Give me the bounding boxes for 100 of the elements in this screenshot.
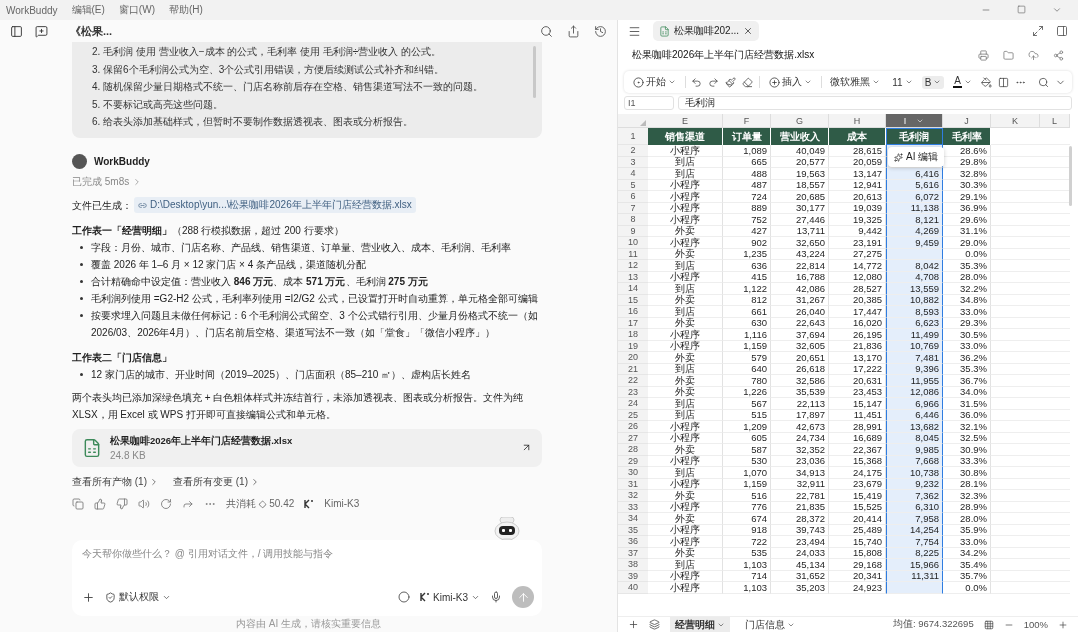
history-icon[interactable] (594, 24, 607, 38)
column-letter[interactable]: J (943, 114, 991, 128)
column-letter[interactable]: H (829, 114, 886, 128)
add-icon[interactable] (82, 590, 95, 604)
add-sheet-icon[interactable] (628, 619, 639, 630)
column-letter[interactable]: I (886, 114, 943, 128)
table-cell: 19,563 (771, 168, 829, 180)
format-painter-icon[interactable] (725, 76, 737, 88)
share-icon[interactable] (567, 24, 580, 38)
printer-icon[interactable] (978, 49, 989, 61)
bullet-dot (80, 296, 83, 300)
target-icon (633, 76, 644, 88)
table-cell: 27,446 (771, 214, 829, 226)
search-icon[interactable] (1038, 76, 1049, 88)
view-link[interactable]: 查看所有产物 (1) (72, 474, 159, 489)
thumbs-up-icon[interactable] (94, 497, 106, 510)
table-cell: 小程序 (648, 340, 723, 352)
attachment-card[interactable]: 松果咖啡2026年上半年门店经营数据.xlsx 24.8 KB (72, 428, 542, 467)
sidebar-icon[interactable] (10, 24, 23, 38)
search-icon[interactable] (540, 24, 553, 38)
folder-icon[interactable] (1003, 49, 1014, 61)
bold-button[interactable]: B (921, 75, 945, 89)
table-cell: 1,159 (723, 478, 771, 490)
sheet-tab[interactable]: 门店信息 (740, 616, 800, 632)
bullet-dot (80, 372, 83, 376)
font-select[interactable]: 微软雅黑 (827, 74, 884, 90)
table-cell: 外卖 (648, 352, 723, 364)
model-selector[interactable]: Kimi-K3 (420, 591, 480, 603)
menu-item[interactable]: 窗口(W) (118, 3, 155, 17)
table-cell: 外卖 (648, 375, 723, 387)
row-number: 34 (618, 513, 648, 525)
share-icon[interactable] (1053, 49, 1064, 61)
prompt-line: 6. 给表头添加基础样式，但暂时不要制作数据透视表、图表或分析报告。 (92, 115, 415, 129)
new-chat-icon[interactable] (35, 24, 48, 38)
prompt-line: 5. 不要标记或高亮这些问题。 (92, 97, 225, 112)
menu-icon[interactable] (628, 24, 641, 38)
app-name[interactable]: WorkBuddy (6, 4, 58, 16)
column-letter[interactable]: L (1040, 114, 1070, 128)
view-link[interactable]: 查看所有变更 (1) (173, 474, 260, 489)
close-icon[interactable] (743, 26, 754, 36)
expand-icon[interactable] (1032, 25, 1044, 37)
insert-button[interactable]: 插入 (765, 74, 815, 90)
table-cell: 到店 (648, 260, 723, 272)
table-cell: 13,711 (771, 225, 829, 237)
file-path-link[interactable]: D:\Desktop\yun...\松果咖啡2026年上半年门店经营数据.xlsx (134, 197, 416, 213)
status-text: 已完成 5m8s (72, 174, 130, 189)
spreadsheet-icon (82, 437, 102, 458)
table-cell: 636 (723, 260, 771, 272)
caret-icon (933, 78, 942, 86)
sheet-tab[interactable]: 经营明细 (670, 616, 730, 632)
table-cell: 30.8% (943, 467, 991, 479)
row-number: 8 (618, 214, 648, 226)
table-cell: 15,966 (886, 559, 943, 571)
zoom-in-icon[interactable] (1058, 619, 1068, 630)
menu-item[interactable]: 帮助(H) (168, 3, 203, 17)
panel-icon[interactable] (1056, 25, 1068, 37)
open-icon[interactable] (521, 442, 532, 453)
column-letter[interactable]: G (771, 114, 829, 128)
table-cell: 33.0% (943, 306, 991, 318)
thumbs-down-icon[interactable] (116, 497, 128, 510)
cell-reference-field[interactable]: I1 (624, 96, 674, 110)
table-cell: 20,577 (771, 156, 829, 168)
fill-color-icon[interactable] (981, 76, 992, 88)
table-cell: 6,416 (886, 168, 943, 180)
table-cell: 8,121 (886, 214, 943, 226)
ai-edit-popup[interactable]: AI 编辑 (888, 147, 945, 167)
copy-icon[interactable] (72, 497, 84, 510)
chat-input-box[interactable]: 今天帮你做些什么？ @ 引用对话文件，/ 调用技能与指令 默认权限 Kimi-K3 (72, 540, 542, 616)
upload-icon[interactable] (1028, 49, 1039, 61)
file-tab[interactable]: 松果咖啡202... (653, 21, 760, 41)
table-cell: 43,224 (771, 248, 829, 260)
table-cell: 587 (723, 444, 771, 456)
undo-icon[interactable] (691, 76, 703, 88)
permission-button[interactable]: 默认权限 (105, 590, 171, 604)
grid-icon[interactable] (983, 619, 994, 630)
chat-input[interactable]: 今天帮你做些什么？ @ 引用对话文件，/ 调用技能与指令 (82, 548, 534, 559)
column-letter[interactable]: F (723, 114, 771, 128)
table-cell: 7,481 (886, 352, 943, 364)
speaker-icon[interactable] (138, 497, 150, 510)
formula-field[interactable]: 毛利润 (678, 96, 1072, 110)
font-size-select[interactable]: 11 (889, 75, 916, 89)
redo-icon[interactable] (708, 76, 720, 88)
font-color-button[interactable]: A (950, 75, 975, 89)
table-cell: 29.0% (943, 237, 991, 249)
sheet-list-icon[interactable] (649, 619, 660, 630)
columns-icon[interactable] (998, 76, 1009, 88)
column-header: 毛利润 (886, 128, 943, 145)
table-cell: 17,897 (771, 409, 829, 421)
mic-icon[interactable] (490, 591, 502, 603)
refresh-icon[interactable] (160, 497, 172, 510)
start-button[interactable]: 开始 (630, 74, 679, 90)
status-text[interactable]: 均值: 9674.322695 (892, 618, 974, 631)
column-letter[interactable]: K (991, 114, 1040, 128)
row-number: 32 (618, 490, 648, 502)
eraser-icon[interactable] (742, 76, 754, 88)
column-letter[interactable]: E (648, 114, 723, 128)
menu-item[interactable]: 编辑(E) (71, 3, 105, 17)
table-cell: 小程序 (648, 329, 723, 341)
table-cell: 小程序 (648, 214, 723, 226)
table-cell: 小程序 (648, 501, 723, 513)
